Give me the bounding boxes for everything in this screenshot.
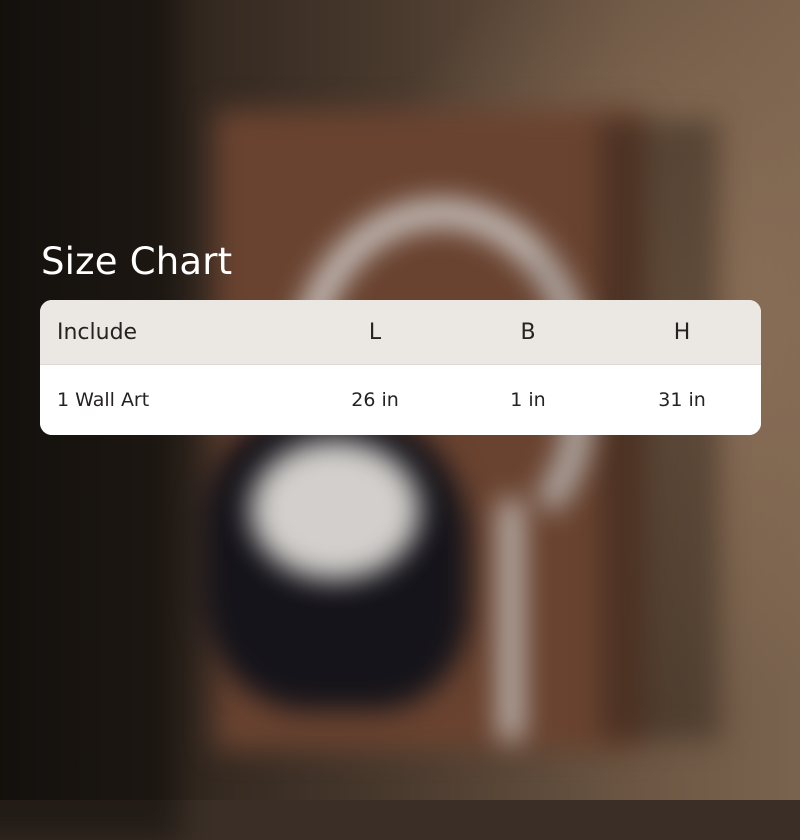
artwork-white-stem [500, 500, 522, 740]
artwork-white-shape [250, 440, 420, 580]
cell-item: 1 Wall Art [57, 389, 150, 411]
size-table: Include L B H 1 Wall Art 26 in 1 in 31 i… [40, 300, 761, 435]
table-header-row: Include L B H [40, 300, 761, 365]
page-title: Size Chart [41, 240, 233, 283]
header-include: Include [57, 319, 138, 345]
table-row: 1 Wall Art 26 in 1 in 31 in [40, 365, 761, 435]
